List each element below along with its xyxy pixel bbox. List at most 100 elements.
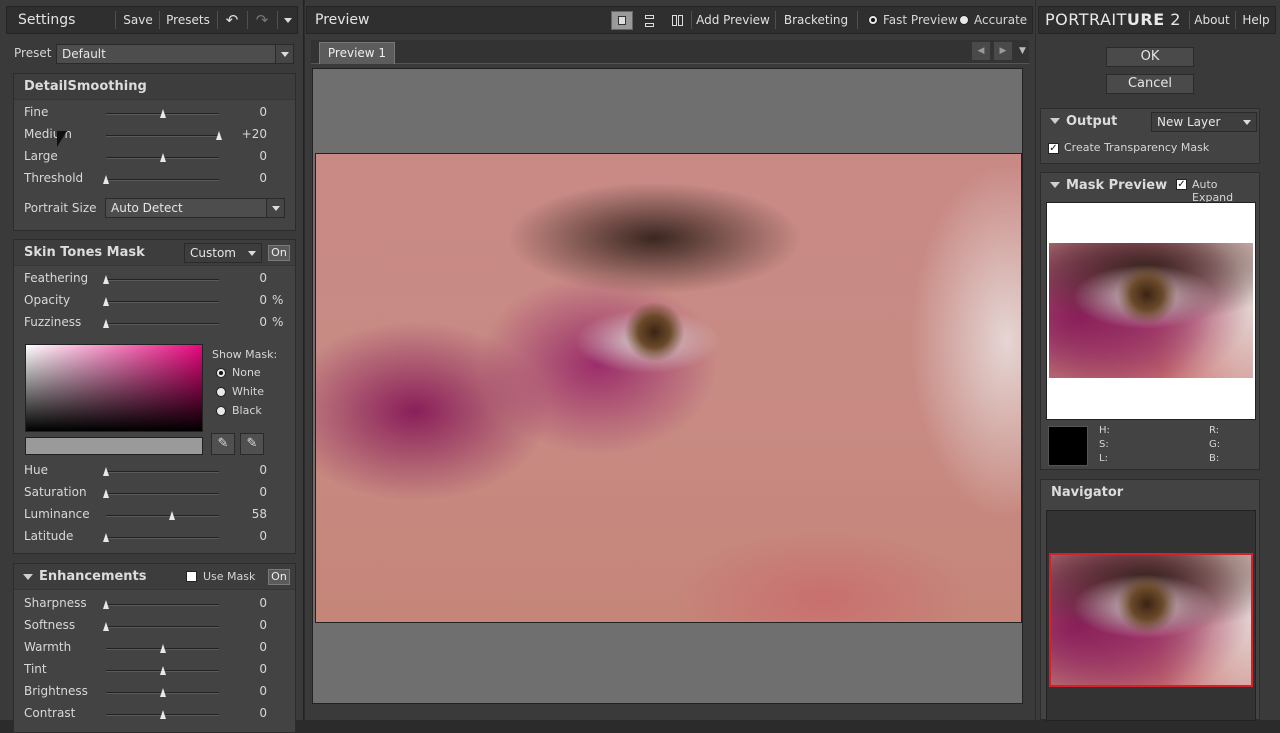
navigator-viewport-frame[interactable] (1049, 553, 1253, 687)
slider-track[interactable] (103, 533, 219, 542)
portrait-size-value: Auto Detect (111, 201, 183, 215)
slider-thumb[interactable] (103, 275, 109, 284)
slider-track[interactable] (103, 600, 219, 609)
slider-track[interactable] (103, 275, 219, 284)
mask-radio-black[interactable] (216, 406, 226, 416)
slider-value[interactable]: 0 (222, 529, 267, 543)
slider-value[interactable]: 0 (222, 640, 267, 654)
undo-icon[interactable]: ↶ (219, 7, 245, 33)
accurate-radio[interactable] (959, 15, 969, 25)
navigator-view[interactable] (1046, 510, 1256, 721)
use-mask-checkbox[interactable] (186, 571, 197, 582)
slider-value[interactable]: +20 (222, 127, 267, 141)
slider-track[interactable] (106, 688, 219, 697)
about-button[interactable]: About (1191, 7, 1233, 33)
skin-tones-title: Skin Tones Mask (24, 245, 145, 260)
slider-track[interactable] (106, 109, 219, 118)
slider-thumb[interactable] (159, 688, 166, 697)
slider-thumb[interactable] (168, 511, 175, 520)
slider-track[interactable] (106, 131, 222, 140)
slider-value[interactable]: 0 (222, 485, 267, 499)
slider-value[interactable]: 0 (222, 596, 267, 610)
split-vertical-icon[interactable] (667, 11, 689, 30)
slider-value[interactable]: 0 (222, 271, 267, 285)
add-preview-button[interactable]: Add Preview (693, 7, 773, 33)
slider-value[interactable]: 0 (222, 105, 267, 119)
h-label: H: (1099, 425, 1110, 436)
prev-tab-icon[interactable]: ◀ (972, 42, 990, 60)
slider-thumb[interactable] (159, 666, 166, 675)
slider-track[interactable] (106, 666, 219, 675)
mask-radio-none[interactable] (216, 368, 226, 378)
slider-thumb[interactable] (103, 489, 109, 498)
skin-color-picker[interactable] (25, 344, 203, 432)
slider-label: Luminance (24, 507, 90, 521)
ok-button[interactable]: OK (1106, 47, 1194, 67)
slider-track[interactable] (103, 622, 219, 631)
slider-value[interactable]: 58 (222, 507, 267, 521)
slider-track[interactable] (103, 319, 219, 328)
slider-thumb[interactable] (159, 153, 166, 162)
slider-value[interactable]: 0 (222, 463, 267, 477)
slider-label: Tint (24, 662, 47, 676)
next-tab-icon[interactable]: ▶ (994, 42, 1012, 60)
tab-preview-1[interactable]: Preview 1 (319, 42, 395, 64)
output-dropdown[interactable]: New Layer (1151, 112, 1257, 132)
help-button[interactable]: Help (1237, 7, 1275, 33)
slider-thumb[interactable] (103, 600, 109, 609)
slider-value[interactable]: 0 (222, 171, 267, 185)
slider-track[interactable] (106, 511, 219, 520)
slider-thumb[interactable] (159, 644, 166, 653)
auto-expand-checkbox[interactable]: ✓ (1176, 179, 1187, 190)
transparency-checkbox[interactable]: ✓ (1048, 143, 1059, 154)
slider-value[interactable]: 0 (222, 662, 267, 676)
single-view-icon[interactable] (611, 11, 633, 30)
slider-thumb[interactable] (103, 467, 109, 476)
slider-row-feathering: Feathering 0 (14, 269, 297, 289)
skin-on-button[interactable]: On (268, 245, 290, 261)
preview-canvas[interactable] (312, 68, 1023, 704)
slider-label: Large (24, 149, 58, 163)
save-button[interactable]: Save (117, 7, 159, 33)
slider-thumb[interactable] (159, 109, 166, 118)
slider-track[interactable] (103, 467, 219, 476)
slider-track[interactable] (106, 153, 219, 162)
preset-dropdown[interactable]: Default (56, 44, 294, 64)
slider-track[interactable] (103, 489, 219, 498)
fast-preview-radio[interactable] (868, 15, 878, 25)
slider-value[interactable]: 0 (222, 293, 267, 307)
enh-on-button[interactable]: On (268, 569, 290, 585)
slider-value[interactable]: 0 (222, 315, 267, 329)
presets-button[interactable]: Presets (161, 7, 215, 33)
slider-thumb[interactable] (103, 175, 109, 184)
slider-thumb[interactable] (159, 710, 166, 719)
slider-thumb[interactable] (103, 319, 109, 328)
slider-value[interactable]: 0 (222, 706, 267, 720)
mask-radio-white[interactable] (216, 387, 226, 397)
l-label: L: (1099, 453, 1108, 464)
cancel-button[interactable]: Cancel (1106, 74, 1194, 94)
skin-color-swatch (25, 437, 203, 455)
b-label: B: (1209, 453, 1220, 464)
slider-thumb[interactable] (103, 533, 109, 542)
skin-mode-dropdown[interactable]: Custom (184, 243, 262, 263)
slider-value[interactable]: 0 (222, 684, 267, 698)
slider-track[interactable] (103, 175, 219, 184)
split-horizontal-icon[interactable] (639, 11, 661, 30)
redo-icon[interactable]: ↷ (249, 7, 275, 33)
slider-row-latitude: Latitude 0 (14, 527, 297, 547)
eyedropper-plus-icon[interactable]: ✎ (240, 433, 264, 455)
tab-menu-icon[interactable]: ▼ (1016, 42, 1029, 60)
transparency-label: Create Transparency Mask (1064, 141, 1210, 154)
portrait-size-dropdown[interactable]: Auto Detect (105, 198, 285, 218)
slider-value[interactable]: 0 (222, 149, 267, 163)
settings-menu-chevron-icon[interactable] (279, 7, 297, 33)
slider-track[interactable] (103, 297, 219, 306)
slider-thumb[interactable] (103, 622, 109, 631)
slider-track[interactable] (106, 644, 219, 653)
bracketing-button[interactable]: Bracketing (777, 7, 855, 33)
slider-value[interactable]: 0 (222, 618, 267, 632)
slider-track[interactable] (106, 710, 219, 719)
slider-thumb[interactable] (103, 297, 109, 306)
eyedropper-icon[interactable]: ✎ (211, 433, 235, 455)
